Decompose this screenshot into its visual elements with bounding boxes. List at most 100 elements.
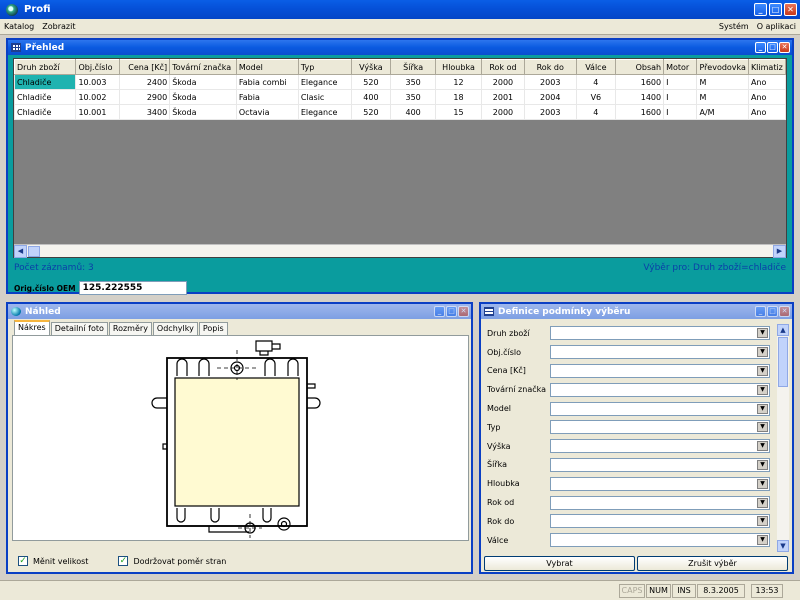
table-cell[interactable]: 2004 [523, 89, 577, 105]
table-cell[interactable]: 10.002 [75, 89, 120, 105]
table-cell[interactable]: 12 [434, 74, 483, 90]
dropdown-arrow-icon[interactable]: ▼ [757, 441, 768, 452]
filter-dropdown[interactable]: ▼ [550, 345, 770, 360]
checkbox-checked-icon[interactable]: ✓ [118, 556, 129, 566]
scroll-left-icon[interactable]: ◀ [14, 245, 27, 258]
table-cell[interactable]: 1600 [615, 74, 665, 90]
table-cell[interactable]: 4 [575, 104, 617, 120]
menu-katalog[interactable]: Katalog [0, 22, 38, 31]
table-cell[interactable]: 2003 [523, 104, 577, 120]
column-header[interactable]: Obj.číslo [75, 59, 120, 75]
table-cell[interactable]: 350 [390, 89, 436, 105]
minimize-icon[interactable]: _ [754, 3, 767, 16]
select-button[interactable]: Vybrat [484, 556, 635, 571]
menu-system[interactable]: Systém [715, 22, 753, 31]
menu-zobrazit[interactable]: Zobrazit [38, 22, 79, 31]
column-header[interactable]: Motor [663, 59, 698, 75]
resize-option[interactable]: ✓ Měnit velikost [18, 556, 88, 566]
dropdown-arrow-icon[interactable]: ▼ [757, 478, 768, 489]
close-icon[interactable]: ✕ [458, 306, 469, 317]
table-cell[interactable]: Ano [747, 89, 787, 105]
table-cell[interactable]: 10.001 [75, 104, 120, 120]
column-header[interactable]: Tovární značka [169, 59, 237, 75]
table-cell[interactable]: A/M [696, 104, 749, 120]
scroll-down-icon[interactable]: ▼ [777, 540, 789, 552]
scroll-thumb[interactable] [28, 246, 40, 257]
filter-dropdown[interactable]: ▼ [550, 457, 770, 472]
scroll-right-icon[interactable]: ▶ [773, 245, 786, 258]
tab-nakres[interactable]: Nákres [14, 320, 50, 335]
horizontal-scrollbar[interactable]: ◀ ▶ [14, 244, 786, 258]
column-header[interactable]: Výška [350, 59, 392, 75]
column-header[interactable]: Obsah [615, 59, 665, 75]
table-row[interactable]: Chladiče 10.001 3400 Škoda Octavia Elega… [13, 104, 787, 120]
dropdown-arrow-icon[interactable]: ▼ [757, 459, 768, 470]
scroll-thumb[interactable] [778, 337, 788, 387]
table-cell[interactable]: 18 [434, 89, 483, 105]
dropdown-arrow-icon[interactable]: ▼ [757, 365, 768, 376]
filter-dropdown[interactable]: ▼ [550, 326, 770, 341]
dropdown-arrow-icon[interactable]: ▼ [757, 497, 768, 508]
column-header[interactable]: Rok od [481, 59, 525, 75]
table-cell[interactable]: 2900 [118, 89, 171, 105]
table-cell[interactable]: 2000 [481, 74, 525, 90]
table-cell[interactable]: 350 [390, 74, 436, 90]
column-header[interactable]: Šířka [390, 59, 436, 75]
close-icon[interactable]: ✕ [779, 42, 790, 53]
table-cell[interactable]: 520 [350, 74, 392, 90]
filter-dropdown[interactable]: ▼ [550, 420, 770, 435]
table-row[interactable]: Chladiče 10.003 2400 Škoda Fabia combi E… [13, 74, 787, 90]
menu-about[interactable]: O aplikaci [753, 22, 800, 31]
table-cell[interactable]: Clasic [297, 89, 352, 105]
table-cell[interactable]: Chladiče [13, 74, 77, 90]
table-cell[interactable]: Chladiče [13, 89, 77, 105]
column-header[interactable]: Válce [575, 59, 617, 75]
table-cell[interactable]: Fabia combi [235, 74, 299, 90]
dropdown-arrow-icon[interactable]: ▼ [757, 535, 768, 546]
minimize-icon[interactable]: _ [755, 42, 766, 53]
filter-dropdown[interactable]: ▼ [550, 401, 770, 416]
table-cell[interactable]: I [663, 74, 698, 90]
table-cell[interactable]: 400 [390, 104, 436, 120]
tab-detailni-foto[interactable]: Detailní foto [50, 322, 108, 335]
table-cell[interactable]: 1400 [615, 89, 665, 105]
table-cell[interactable]: Elegance [297, 74, 352, 90]
checkbox-checked-icon[interactable]: ✓ [18, 556, 28, 566]
table-cell[interactable]: 4 [575, 74, 617, 90]
table-cell[interactable]: 400 [350, 89, 392, 105]
close-icon[interactable]: ✕ [784, 3, 797, 16]
table-cell[interactable]: 520 [350, 104, 392, 120]
dropdown-arrow-icon[interactable]: ▼ [757, 347, 768, 358]
maximize-icon[interactable]: □ [767, 306, 778, 317]
table-cell[interactable]: 3400 [118, 104, 171, 120]
oem-number-field[interactable]: 125.222555 [78, 281, 187, 295]
table-cell[interactable]: Ano [747, 74, 787, 90]
dropdown-arrow-icon[interactable]: ▼ [757, 384, 768, 395]
column-header[interactable]: Typ [297, 59, 352, 75]
filter-dropdown[interactable]: ▼ [550, 439, 770, 454]
column-header[interactable]: Druh zboží [13, 59, 77, 75]
column-header[interactable]: Klimatiz [747, 59, 787, 75]
table-cell[interactable]: Škoda [169, 89, 237, 105]
filter-dropdown[interactable]: ▼ [550, 363, 770, 378]
scroll-up-icon[interactable]: ▲ [777, 324, 789, 336]
table-cell[interactable]: V6 [575, 89, 617, 105]
maximize-icon[interactable]: □ [446, 306, 457, 317]
tab-rozmery[interactable]: Rozměry [108, 322, 152, 335]
table-cell[interactable]: 2001 [481, 89, 525, 105]
table-cell[interactable]: Škoda [169, 74, 237, 90]
tab-popis[interactable]: Popis [198, 322, 228, 335]
dropdown-arrow-icon[interactable]: ▼ [757, 403, 768, 414]
table-cell[interactable]: Octavia [235, 104, 299, 120]
table-cell[interactable]: 2400 [118, 74, 171, 90]
filter-dropdown[interactable]: ▼ [550, 476, 770, 491]
filter-dropdown[interactable]: ▼ [550, 514, 770, 529]
table-cell[interactable]: I [663, 89, 698, 105]
table-cell[interactable]: I [663, 104, 698, 120]
table-cell[interactable]: Chladiče [13, 104, 77, 120]
table-cell[interactable]: 2000 [481, 104, 525, 120]
dropdown-arrow-icon[interactable]: ▼ [757, 422, 768, 433]
maximize-icon[interactable]: □ [769, 3, 782, 16]
table-cell[interactable]: M [696, 89, 749, 105]
cancel-selection-button[interactable]: Zrušit výběr [637, 556, 788, 571]
